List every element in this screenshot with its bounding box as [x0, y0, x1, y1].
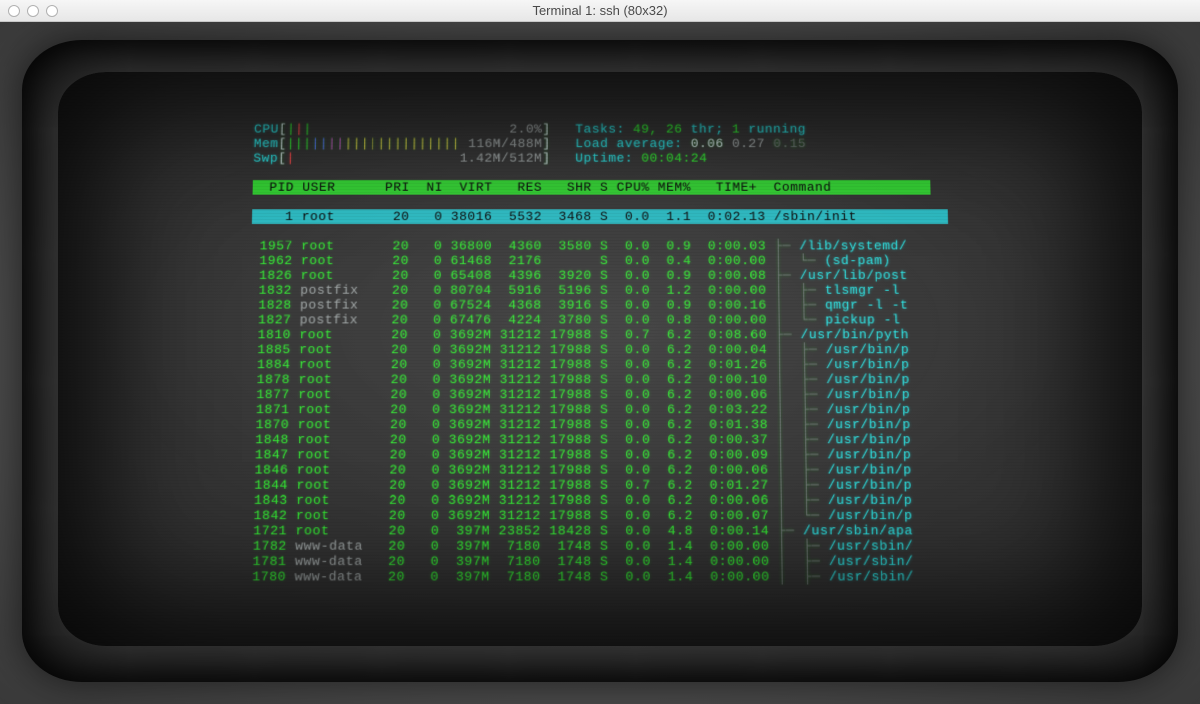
crt-screen: CPU[||| 2.0%] Tasks: 49, 26 thr; 1 runni… [58, 72, 1142, 646]
window-title: Terminal 1: ssh (80x32) [0, 3, 1200, 18]
close-button[interactable] [8, 5, 20, 17]
minimize-button[interactable] [27, 5, 39, 17]
window-titlebar: Terminal 1: ssh (80x32) [0, 0, 1200, 22]
terminal-output[interactable]: CPU[||| 2.0%] Tasks: 49, 26 thr; 1 runni… [244, 122, 957, 585]
crt-bezel: CPU[||| 2.0%] Tasks: 49, 26 thr; 1 runni… [22, 40, 1178, 682]
zoom-button[interactable] [46, 5, 58, 17]
window-traffic-lights [8, 5, 58, 17]
crt-stage: CPU[||| 2.0%] Tasks: 49, 26 thr; 1 runni… [0, 22, 1200, 704]
